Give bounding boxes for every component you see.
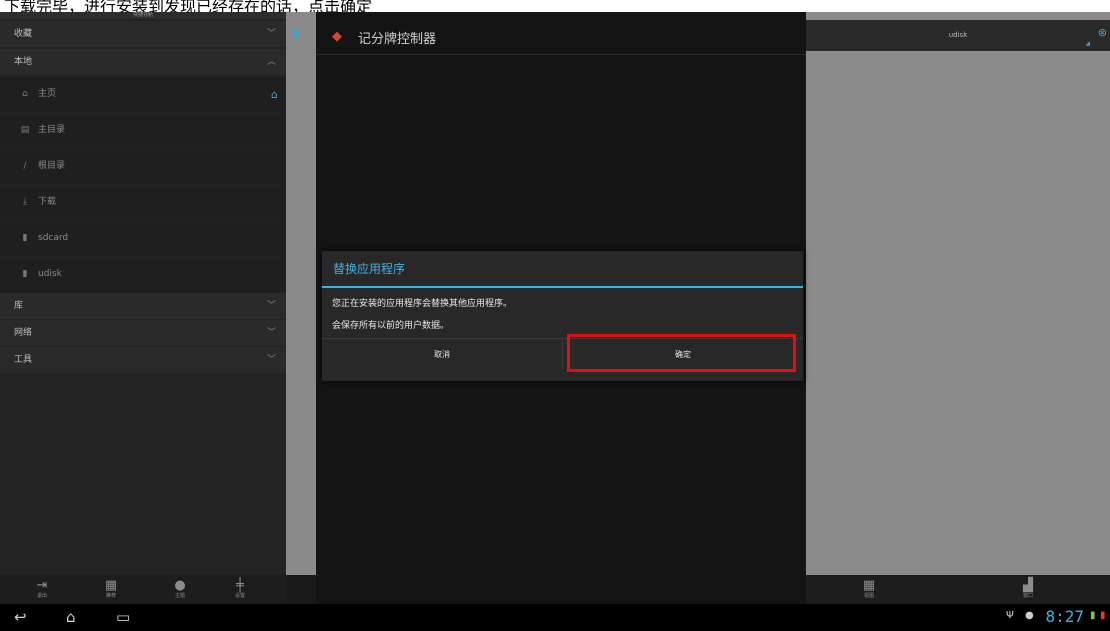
close-icon[interactable]: ⊗ [1098,26,1107,39]
nav-item-label: 根目录 [38,161,66,171]
theme-label: 主题 [174,593,185,599]
chevron-up-icon: ︿ [266,57,276,67]
recent-apps-icon[interactable]: ▭ [116,608,130,626]
theme-button[interactable]: ● 主题 [165,578,195,600]
udisk-panel-header: udisk ◢ ⊗ [806,20,1110,51]
view-label: 视图 [863,593,874,599]
nav-group-tools[interactable]: 工具 ﹀ [0,347,286,373]
exit-icon: ⇥ [36,578,48,593]
ok-button-highlight [567,334,796,372]
gift-icon: ▦ [104,578,118,593]
android-debug-icon: ● [1025,610,1034,621]
usb-icon: Ψ [1006,610,1014,621]
nav-group-favorites[interactable]: 收藏 ﹀ [0,21,286,47]
battery-icon: ▮ [1100,610,1106,621]
nav-group-network[interactable]: 网络 ﹀ [0,320,286,346]
nav-item-udisk[interactable]: ▮ udisk [0,257,286,292]
nav-item-home-dir[interactable]: ▤ 主目录 [0,113,286,148]
tablet-screen: 快捷导航 收藏 ﹀ 本地 ︿ ⌂ 主页 ⌂ ▤ 主目录 / 根目录 ⤓ 下载 ▮ sdca… [0,12,1110,631]
clock: 8:27 [1045,607,1084,626]
system-bar: ↩ ⌂ ▭ Ψ ● 8:27 ▮ ▮ [0,604,1110,631]
nav-empty-area [0,375,286,575]
settings-icon: ╪ [236,578,244,593]
nav-bottom-toolbar: ⇥ 退出 ▦ 推荐 ● 主题 ╪ 设置 [0,575,286,604]
nav-item-home[interactable]: ⌂ 主页 ⌂ [0,77,286,112]
dialog-message-line2: 会保存所有以前的用户数据。 [332,321,450,331]
cancel-button[interactable]: 取消 [322,339,563,370]
quick-nav-header: 快捷导航 [0,12,286,19]
caption-text: 下载完毕，进行安装到发现已经存在的话，点击确定 [4,0,373,12]
udisk-panel-title: udisk [948,31,968,39]
nav-item-label: 下载 [38,197,57,207]
nav-item-label: sdcard [38,233,69,243]
home-indicator-icon: ⌂ [271,88,278,101]
window-button[interactable]: ▟ 窗口 [1013,578,1043,600]
nav-item-label: 主页 [38,89,57,99]
chevron-down-icon: ﹀ [266,355,276,365]
udisk-icon: ▮ [22,269,28,279]
nav-item-label: udisk [38,269,62,279]
download-icon: ⤓ [23,197,27,207]
app-logo-icon: ◆ [332,29,342,44]
window-icon: ▟ [1023,578,1033,593]
app-title-bar: ◆ 记分牌控制器 [316,20,806,55]
nav-item-root[interactable]: / 根目录 [0,149,286,184]
nav-group-label: 本地 [14,57,33,67]
home-icon[interactable]: ⌂ [66,608,76,626]
signal-icon: ▮ [1090,610,1096,621]
nav-group-label: 收藏 [14,29,33,39]
chevron-down-icon: ﹀ [266,301,276,311]
window-label: 窗口 [1022,593,1033,599]
exit-button[interactable]: ⇥ 退出 [27,578,57,600]
dialog-message-line1: 您正在安装的应用程序会替换其他应用程序。 [332,299,513,309]
recommend-button[interactable]: ▦ 推荐 [96,578,126,600]
home-icon: ⌂ [22,89,28,99]
folder-icon: ▤ [20,125,30,135]
recommend-label: 推荐 [105,593,116,599]
settings-label: 设置 [234,593,245,599]
panel-toggle-icon[interactable]: ◧ [290,26,306,40]
slash-icon: / [23,161,27,171]
exit-label: 退出 [36,593,47,599]
theme-icon: ● [174,578,186,593]
sdcard-icon: ▮ [22,233,28,243]
nav-item-sdcard[interactable]: ▮ sdcard [0,221,286,256]
nav-item-download[interactable]: ⤓ 下载 [0,185,286,220]
app-title: 记分牌控制器 [358,32,437,47]
nav-group-local[interactable]: 本地 ︿ [0,49,286,75]
quick-nav-panel: 快捷导航 收藏 ﹀ 本地 ︿ ⌂ 主页 ⌂ ▤ 主目录 / 根目录 ⤓ 下载 ▮ sdca… [0,12,286,604]
resize-corner-icon: ◢ [1085,40,1090,47]
grid-icon: ▦ [862,578,876,593]
chevron-down-icon: ﹀ [266,328,276,338]
udisk-panel: udisk ◢ ⊗ ▦ 视图 ▟ 窗口 [806,12,1110,604]
view-button[interactable]: ▦ 视图 [854,578,884,600]
nav-item-label: 主目录 [38,125,66,135]
nav-group-library[interactable]: 库 ﹀ [0,293,286,319]
nav-group-label: 库 [14,301,24,311]
dialog-title: 替换应用程序 [322,251,803,288]
back-icon[interactable]: ↩ [14,608,27,626]
instruction-caption: 下载完毕，进行安装到发现已经存在的话，点击确定 [0,0,1110,12]
udisk-bottom-toolbar: ▦ 视图 ▟ 窗口 [806,575,1110,604]
chevron-down-icon: ﹀ [266,29,276,39]
nav-group-label: 网络 [14,328,33,338]
divider-strip [286,12,316,575]
settings-button[interactable]: ╪ 设置 [225,578,255,600]
nav-group-label: 工具 [14,355,33,365]
